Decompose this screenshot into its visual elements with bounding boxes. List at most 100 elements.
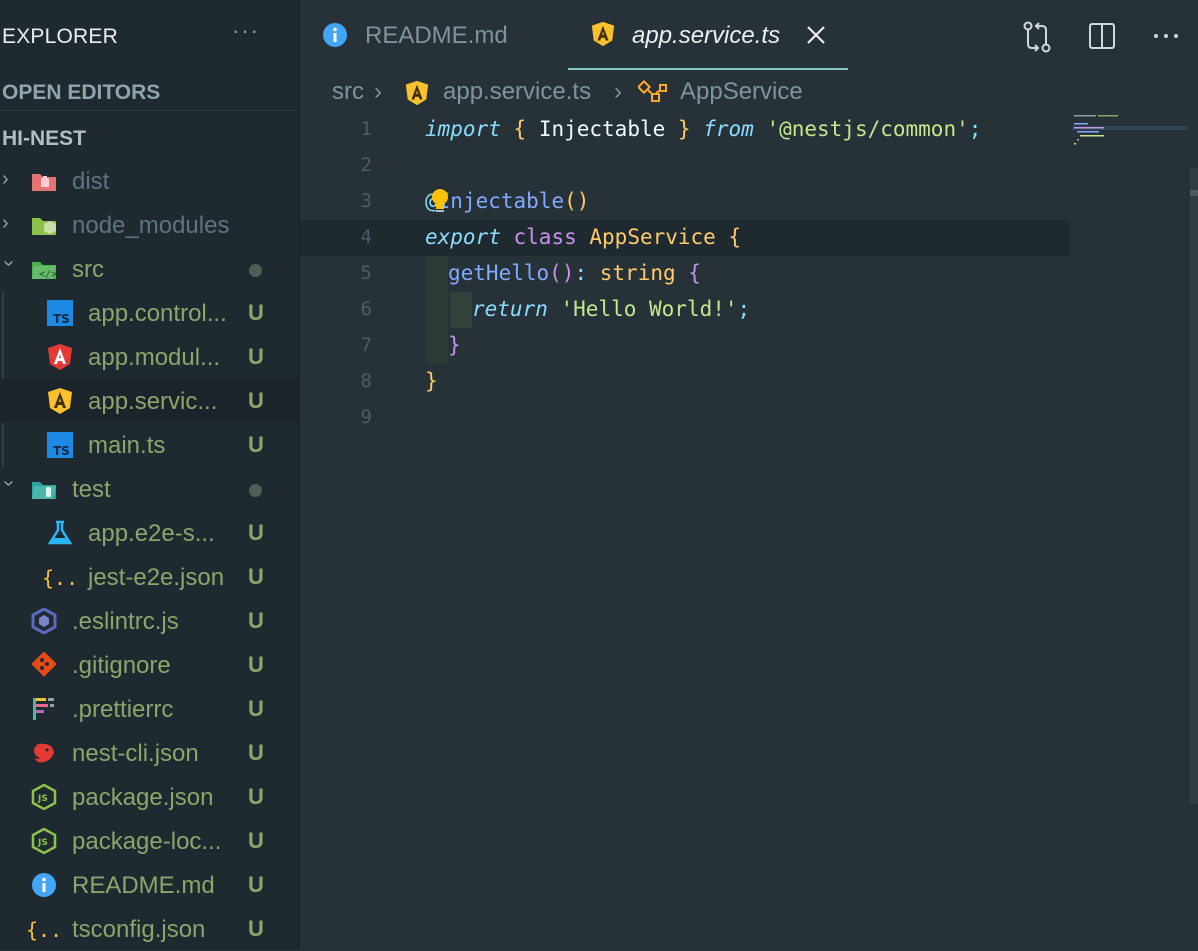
tree-item-prettierrc[interactable]: .prettierrc U — [0, 687, 298, 731]
code-text: } — [448, 333, 461, 357]
chevron-right-icon: › — [2, 212, 9, 234]
nest-icon — [34, 743, 54, 763]
more-actions-icon[interactable]: ··· — [232, 18, 260, 44]
tree-item-gitignore[interactable]: .gitignore U — [0, 643, 298, 687]
code-text: import { Injectable } from '@nestjs/comm… — [425, 117, 982, 141]
tree-item-label: README.md — [72, 872, 215, 899]
info-icon — [32, 873, 56, 897]
tree-item-label: app.modul... — [88, 344, 221, 371]
explorer-sidebar: EXPLORER ··· OPEN EDITORS HI-NEST › dist… — [0, 0, 300, 950]
code-line: 2 — [300, 148, 1070, 184]
editor-area: README.md app.service.ts src › app.servi… — [300, 0, 1198, 950]
class-symbol-icon — [638, 80, 667, 102]
code-line: 5 getHello(): string { — [300, 256, 1070, 292]
tree-item-app-service[interactable]: app.servic... U — [0, 379, 298, 423]
tree-item-dist[interactable]: › dist — [0, 159, 298, 203]
untracked-badge: U — [248, 564, 264, 589]
chevron-right-icon: › — [374, 78, 382, 105]
flask-icon — [47, 520, 73, 545]
tree-item-label: app.control... — [88, 300, 227, 327]
untracked-badge: U — [248, 344, 264, 369]
line-number: 1 — [360, 118, 372, 140]
code-line: 1 import { Injectable } from '@nestjs/co… — [300, 112, 1070, 148]
tree-item-src[interactable]: › </> src — [0, 247, 298, 291]
minimap[interactable] — [1072, 112, 1188, 172]
untracked-badge: U — [248, 784, 264, 809]
tree-item-label: test — [72, 476, 111, 503]
tree-item-label: node_modules — [72, 212, 230, 239]
open-changes-icon[interactable] — [1022, 20, 1052, 54]
json-braces-icon: {..} — [26, 918, 62, 942]
project-section[interactable]: HI-NEST — [0, 120, 298, 156]
tree-item-readme[interactable]: README.md U — [0, 863, 298, 907]
modified-dot-icon — [249, 484, 262, 497]
untracked-badge: U — [248, 872, 264, 897]
tab-label: app.service.ts — [632, 22, 781, 49]
tree-item-label: .eslintrc.js — [72, 608, 179, 635]
tree-item-test[interactable]: › test — [0, 467, 298, 511]
scrollbar-cursor-marker — [1190, 190, 1198, 196]
folder-src-icon: </> — [32, 262, 57, 280]
tab-bar: README.md app.service.ts — [300, 0, 1198, 70]
tree-item-label: main.ts — [88, 432, 166, 459]
tree-item-app-e2e-spec[interactable]: app.e2e-s... U — [0, 511, 298, 555]
untracked-badge: U — [248, 828, 264, 853]
breadcrumb-folder[interactable]: src — [332, 78, 364, 106]
code-text: getHello(): string { — [448, 261, 701, 285]
git-icon — [31, 652, 57, 677]
svg-text:JS: JS — [37, 838, 48, 848]
untracked-badge: U — [248, 388, 264, 413]
explorer-header: EXPLORER ··· — [0, 18, 298, 54]
untracked-badge: U — [248, 520, 264, 545]
lightbulb-icon[interactable] — [429, 187, 451, 217]
split-editor-icon[interactable] — [1088, 22, 1116, 50]
tree-item-package-json[interactable]: JS package.json U — [0, 775, 298, 819]
code-text: } — [425, 369, 438, 393]
chevron-down-icon: › — [0, 260, 20, 267]
breadcrumb-symbol[interactable]: AppService — [680, 78, 803, 106]
line-number: 4 — [360, 226, 372, 248]
open-editors-section[interactable]: OPEN EDITORS — [0, 74, 298, 111]
tree-item-tsconfig[interactable]: {..} tsconfig.json U — [0, 907, 298, 951]
tree-item-app-controller[interactable]: TS app.control... U — [0, 291, 298, 335]
untracked-badge: U — [248, 432, 264, 457]
code-line: 6 return 'Hello World!'; — [300, 292, 1070, 328]
angular-yellow-icon — [405, 80, 429, 106]
vertical-scrollbar[interactable] — [1190, 168, 1198, 804]
line-number: 9 — [360, 406, 372, 428]
tree-item-label: dist — [72, 168, 110, 195]
close-icon[interactable] — [805, 24, 827, 46]
tree-item-label: src — [72, 256, 104, 283]
angular-yellow-icon — [591, 21, 615, 47]
more-actions-icon[interactable] — [1152, 22, 1180, 50]
svg-text:JS: JS — [37, 794, 48, 804]
tree-item-eslintrc[interactable]: .eslintrc.js U — [0, 599, 298, 643]
tab-app-service[interactable]: app.service.ts — [568, 0, 848, 70]
svg-text:{..}: {..} — [42, 566, 78, 590]
nodejs-icon: JS — [31, 784, 57, 810]
tree-item-package-lock[interactable]: JS package-loc... U — [0, 819, 298, 863]
code-line-current: 4 export class AppService { — [300, 220, 1070, 256]
line-number: 2 — [360, 154, 372, 176]
tree-item-node-modules[interactable]: › node_modules — [0, 203, 298, 247]
chevron-down-icon: › — [0, 480, 20, 487]
breadcrumb-file[interactable]: app.service.ts — [443, 78, 591, 106]
line-number: 5 — [360, 262, 372, 284]
line-number: 6 — [360, 298, 372, 320]
tree-item-label: nest-cli.json — [72, 740, 199, 767]
tree-item-label: .prettierrc — [72, 696, 174, 723]
line-number: 7 — [360, 334, 372, 356]
nodejs-icon: JS — [31, 828, 57, 854]
tree-item-jest-e2e-json[interactable]: {..} jest-e2e.json U — [0, 555, 298, 599]
untracked-badge: U — [248, 300, 264, 325]
tree-item-main-ts[interactable]: TS main.ts U — [0, 423, 298, 467]
tree-item-label: .gitignore — [72, 652, 171, 679]
tree-item-app-module[interactable]: app.modul... U — [0, 335, 298, 379]
eslint-icon — [31, 608, 57, 634]
tree-item-label: tsconfig.json — [72, 916, 206, 943]
folder-test-icon — [32, 482, 56, 499]
tree-item-nest-cli[interactable]: nest-cli.json U — [0, 731, 298, 775]
open-editors-label: OPEN EDITORS — [2, 81, 161, 104]
tab-readme[interactable]: README.md — [300, 0, 568, 70]
untracked-badge: U — [248, 652, 264, 677]
